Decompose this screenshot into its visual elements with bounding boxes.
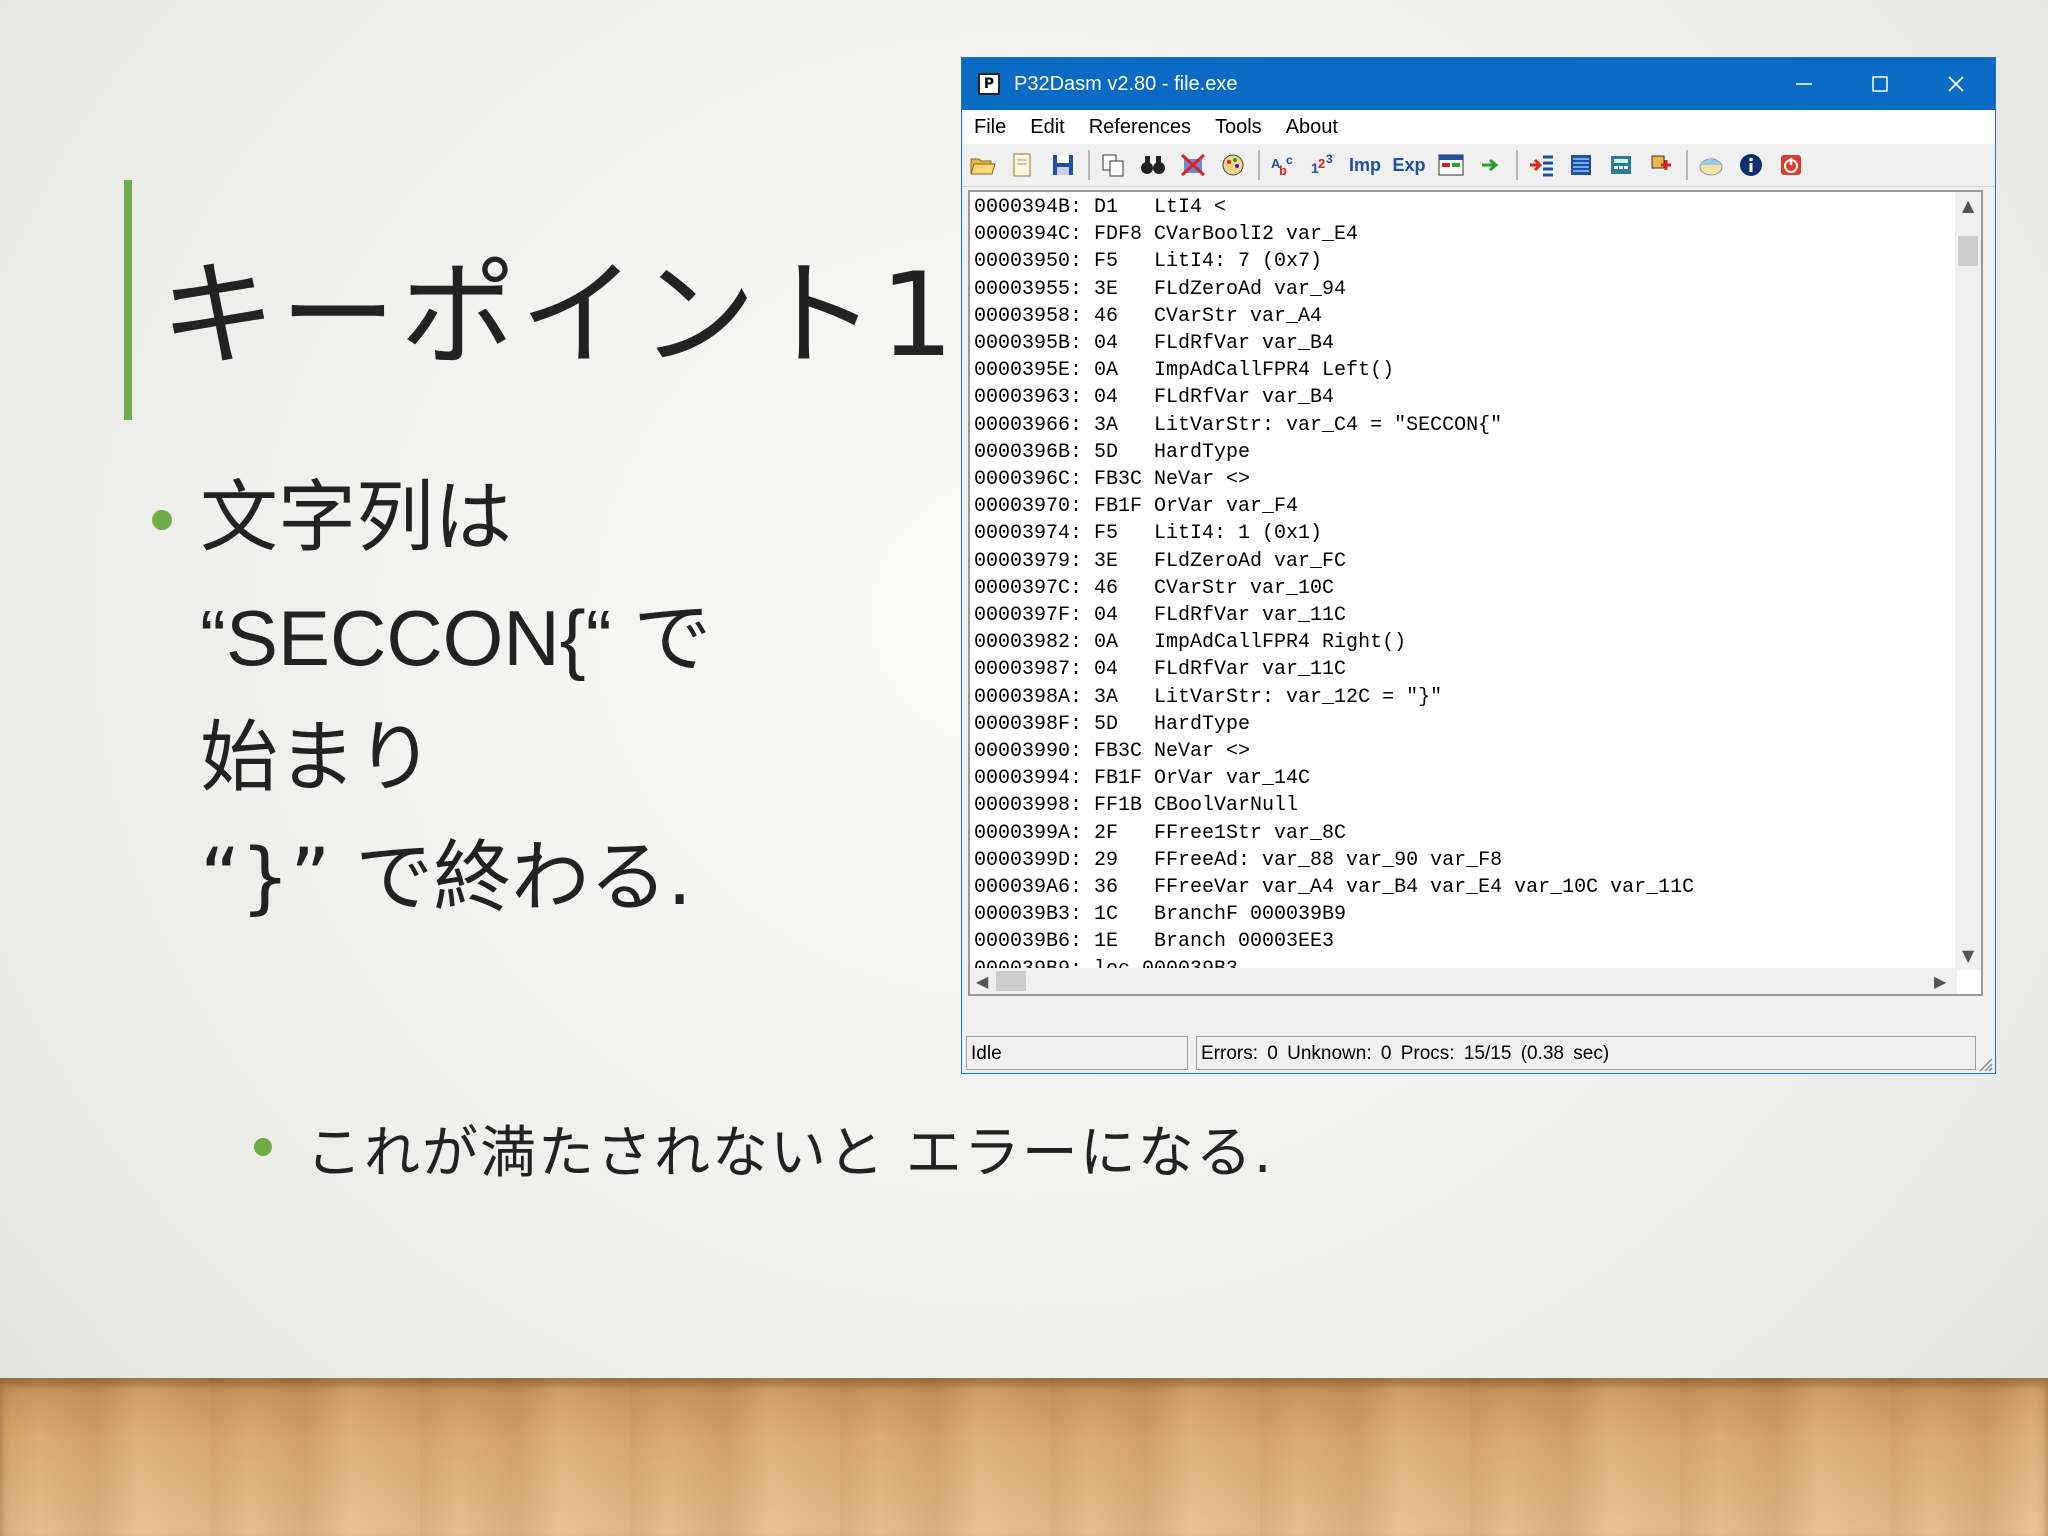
- resize-grip-icon[interactable]: [1977, 1056, 1993, 1072]
- horizontal-scroll-thumb[interactable]: [996, 971, 1026, 991]
- toolbar-separator: [1088, 150, 1090, 180]
- code-line[interactable]: 000039B3: 1C BranchF 000039B9: [974, 901, 1694, 928]
- remove-icon[interactable]: [1178, 150, 1208, 180]
- title-accent-bar: [124, 180, 132, 420]
- code-line[interactable]: 00003955: 3E FLdZeroAd var_94: [974, 276, 1694, 303]
- code-listing[interactable]: 0000394B: D1 LtI4 <0000394C: FDF8 CVarBo…: [974, 194, 1694, 994]
- window-title: P32Dasm v2.80 - file.exe: [1014, 72, 1238, 95]
- jump-icon[interactable]: [1526, 150, 1556, 180]
- bullet-line: 文字列は: [200, 473, 513, 563]
- code-line[interactable]: 0000395E: 0A ImpAdCallFPR4 Left(): [974, 357, 1694, 384]
- vertical-scroll-thumb[interactable]: [1958, 236, 1978, 266]
- code-line[interactable]: 000039B6: 1E Branch 00003EE3: [974, 928, 1694, 955]
- close-button[interactable]: [1918, 58, 1994, 110]
- menu-about[interactable]: About: [1286, 116, 1338, 139]
- svg-text:2: 2: [1318, 156, 1325, 171]
- svg-text:3: 3: [1326, 152, 1333, 166]
- code-line[interactable]: 0000396B: 5D HardType: [974, 439, 1694, 466]
- code-line[interactable]: 0000398F: 5D HardType: [974, 711, 1694, 738]
- code-line[interactable]: 00003950: F5 LitI4: 7 (0x7): [974, 248, 1694, 275]
- status-state: Idle: [966, 1036, 1188, 1070]
- exports-button[interactable]: Exp: [1392, 150, 1426, 180]
- menu-tools[interactable]: Tools: [1215, 116, 1262, 139]
- bullet-line: “SECCON{“ で: [200, 594, 712, 682]
- options-icon[interactable]: [1696, 150, 1726, 180]
- bullet-line: “}” で終わる.: [200, 833, 693, 923]
- code-line[interactable]: 00003987: 04 FLdRfVar var_11C: [974, 656, 1694, 683]
- p32dasm-window: P P32Dasm v2.80 - file.exe File Edit Ref…: [961, 57, 1996, 1074]
- app-icon: P: [978, 73, 1000, 95]
- menu-references[interactable]: References: [1089, 116, 1191, 139]
- sub-bullet-text: これが満たされないと エラーになる.: [306, 1121, 1274, 1186]
- code-line[interactable]: 00003966: 3A LitVarStr: var_C4 = "SECCON…: [974, 412, 1694, 439]
- memory-icon[interactable]: [1566, 150, 1596, 180]
- minimize-icon: [1796, 83, 1812, 85]
- maximize-button[interactable]: [1842, 58, 1918, 110]
- code-line[interactable]: 0000397C: 46 CVarStr var_10C: [974, 575, 1694, 602]
- toolbar-separator: [1686, 150, 1688, 180]
- strings-icon[interactable]: Abc: [1268, 150, 1298, 180]
- menu-edit[interactable]: Edit: [1030, 116, 1064, 139]
- toolbar: Abc 123 Imp Exp: [962, 144, 1995, 187]
- svg-text:c: c: [1286, 153, 1293, 167]
- imports-button[interactable]: Imp: [1348, 150, 1382, 180]
- code-line[interactable]: 00003979: 3E FLdZeroAd var_FC: [974, 548, 1694, 575]
- code-line[interactable]: 00003994: FB1F OrVar var_14C: [974, 765, 1694, 792]
- code-line[interactable]: 0000394B: D1 LtI4 <: [974, 194, 1694, 221]
- code-line[interactable]: 000039A6: 36 FFreeVar var_A4 var_B4 var_…: [974, 874, 1694, 901]
- status-info: Errors: 0 Unknown: 0 Procs: 15/15 (0.38 …: [1196, 1036, 1976, 1070]
- goto-icon[interactable]: [1476, 150, 1506, 180]
- open-icon[interactable]: [968, 150, 998, 180]
- code-line[interactable]: 0000395B: 04 FLdRfVar var_B4: [974, 330, 1694, 357]
- slide-title: キーポイント1: [160, 248, 958, 383]
- form-icon[interactable]: [1436, 150, 1466, 180]
- scroll-down-icon[interactable]: ▼: [1962, 946, 1974, 965]
- minimize-button[interactable]: [1766, 58, 1842, 110]
- disassembly-view[interactable]: 0000394B: D1 LtI4 <0000394C: FDF8 CVarBo…: [968, 190, 1983, 996]
- scroll-right-icon[interactable]: ▶: [1934, 972, 1946, 991]
- maximize-icon: [1872, 76, 1888, 92]
- info-icon[interactable]: [1736, 150, 1766, 180]
- close-icon: [1948, 76, 1964, 92]
- scroll-left-icon[interactable]: ◀: [976, 972, 988, 991]
- save-icon[interactable]: [1048, 150, 1078, 180]
- scroll-up-icon[interactable]: ▲: [1962, 196, 1974, 215]
- statusbar: Idle Errors: 0 Unknown: 0 Procs: 15/15 (…: [962, 1032, 1995, 1074]
- code-line[interactable]: 0000398A: 3A LitVarStr: var_12C = "}": [974, 684, 1694, 711]
- horizontal-scrollbar[interactable]: ◀ ▶: [970, 968, 1957, 994]
- code-line[interactable]: 0000399A: 2F FFree1Str var_8C: [974, 820, 1694, 847]
- document-icon[interactable]: [1008, 150, 1038, 180]
- toolbar-separator: [1258, 150, 1260, 180]
- calculator-icon[interactable]: [1606, 150, 1636, 180]
- code-line[interactable]: 00003958: 46 CVarStr var_A4: [974, 303, 1694, 330]
- palette-icon[interactable]: [1218, 150, 1248, 180]
- code-line[interactable]: 0000394C: FDF8 CVarBoolI2 var_E4: [974, 221, 1694, 248]
- copy-icon[interactable]: [1098, 150, 1128, 180]
- window-titlebar[interactable]: P P32Dasm v2.80 - file.exe: [962, 58, 1995, 110]
- wooden-floor-background: [0, 1378, 2048, 1536]
- menubar: File Edit References Tools About: [962, 110, 1995, 144]
- sub-bullet-dot: [254, 1138, 272, 1156]
- code-line[interactable]: 00003998: FF1B CBoolVarNull: [974, 792, 1694, 819]
- bullet-dot: [152, 510, 172, 530]
- code-line[interactable]: 00003982: 0A ImpAdCallFPR4 Right(): [974, 629, 1694, 656]
- menu-file[interactable]: File: [974, 116, 1006, 139]
- code-line[interactable]: 00003963: 04 FLdRfVar var_B4: [974, 384, 1694, 411]
- exit-icon[interactable]: [1776, 150, 1806, 180]
- code-line[interactable]: 0000399D: 29 FFreeAd: var_88 var_90 var_…: [974, 847, 1694, 874]
- find-icon[interactable]: [1138, 150, 1168, 180]
- patch-icon[interactable]: [1646, 150, 1676, 180]
- code-line[interactable]: 00003990: FB3C NeVar <>: [974, 738, 1694, 765]
- code-line[interactable]: 00003974: F5 LitI4: 1 (0x1): [974, 520, 1694, 547]
- bullet-line: 始まり: [200, 713, 435, 803]
- vertical-scrollbar[interactable]: ▲ ▼: [1955, 192, 1981, 970]
- toolbar-separator: [1516, 150, 1518, 180]
- code-line[interactable]: 00003970: FB1F OrVar var_F4: [974, 493, 1694, 520]
- code-line[interactable]: 0000396C: FB3C NeVar <>: [974, 466, 1694, 493]
- code-line[interactable]: 0000397F: 04 FLdRfVar var_11C: [974, 602, 1694, 629]
- numbers-icon[interactable]: 123: [1308, 150, 1338, 180]
